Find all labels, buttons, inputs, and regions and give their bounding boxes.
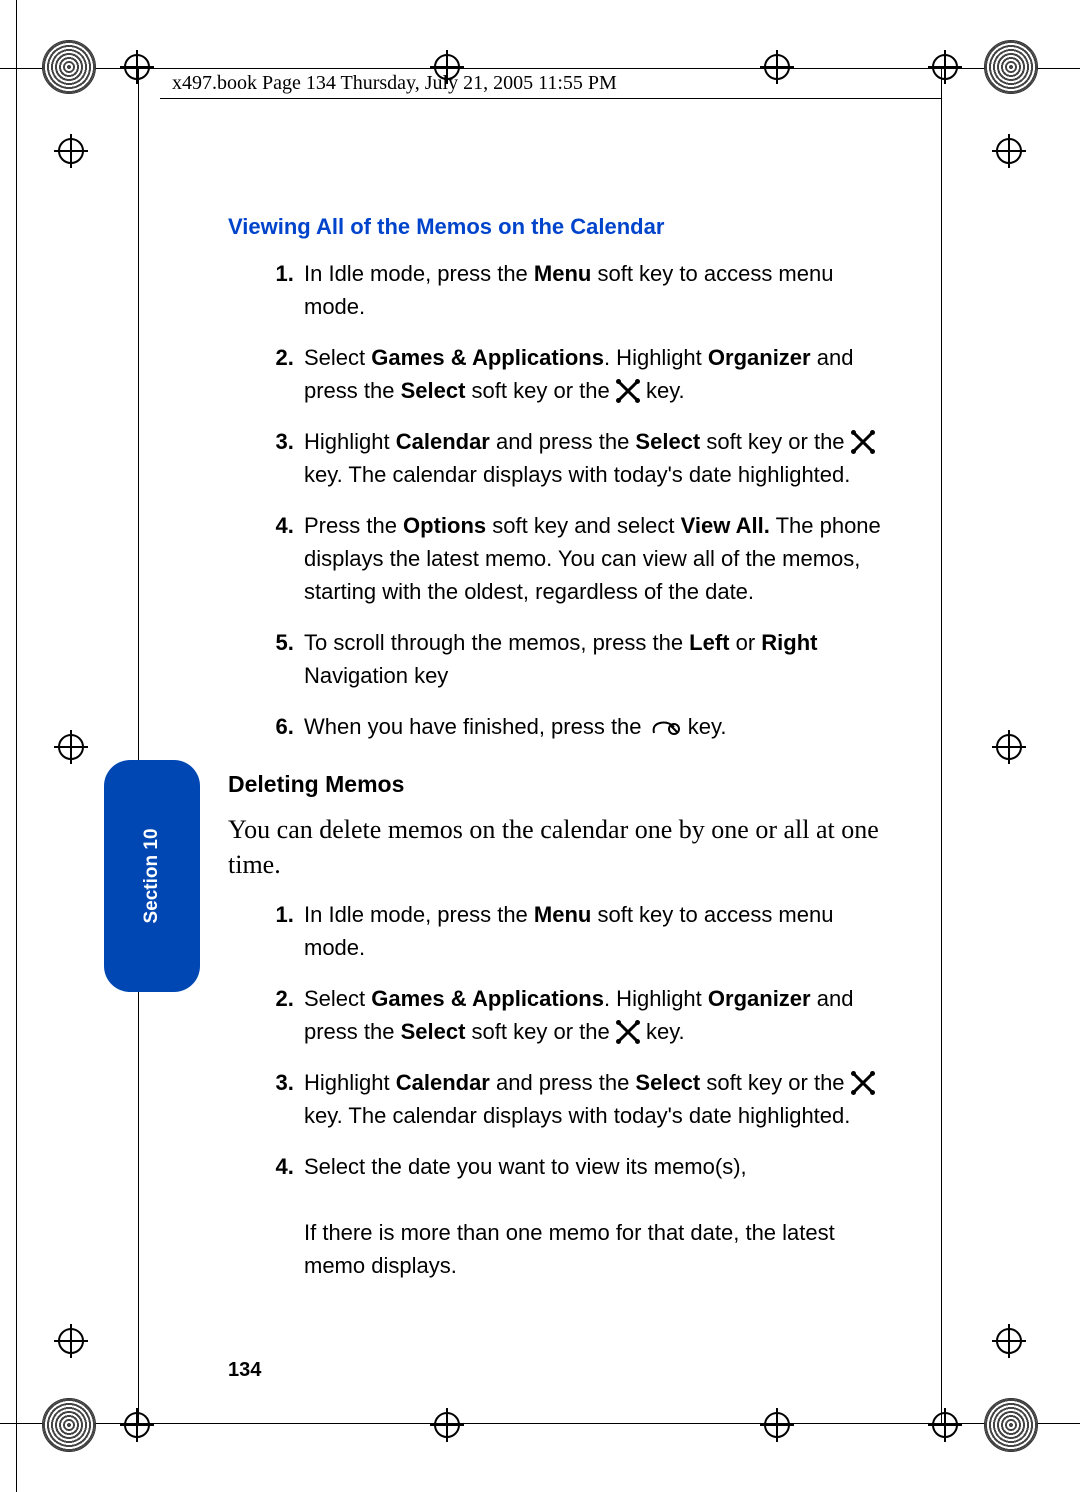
- registration-mark-icon: [760, 1408, 794, 1442]
- bold-term: Options: [403, 513, 486, 538]
- x-key-icon: [618, 381, 638, 401]
- step-text: . Highlight: [604, 345, 708, 370]
- registration-mark-icon: [992, 730, 1026, 764]
- step-text: key.: [682, 714, 727, 739]
- step-text: key. The calendar displays with today's …: [304, 462, 850, 487]
- step-text: Press the: [304, 513, 403, 538]
- section-tab-label: Section 10: [141, 828, 163, 923]
- step-item: Highlight Calendar and press the Select …: [300, 425, 898, 491]
- x-key-icon: [853, 432, 873, 452]
- bold-term: Menu: [534, 261, 591, 286]
- step-item: In Idle mode, press the Menu soft key to…: [300, 257, 898, 323]
- registration-mark-icon: [992, 134, 1026, 168]
- registration-mark-icon: [120, 50, 154, 84]
- step-text: Navigation key: [304, 663, 448, 688]
- registration-mark-icon: [760, 50, 794, 84]
- registration-mark-icon: [928, 1408, 962, 1442]
- step-text: In Idle mode, press the: [304, 902, 534, 927]
- step-text: soft key or the: [465, 378, 615, 403]
- x-key-icon: [618, 1022, 638, 1042]
- registration-mark-icon: [992, 1324, 1026, 1358]
- x-key-icon: [853, 1073, 873, 1093]
- bold-term: Select: [635, 1070, 700, 1095]
- spiral-icon: [42, 40, 96, 94]
- step-text: Highlight: [304, 429, 396, 454]
- bold-term: Select: [635, 429, 700, 454]
- step-item: In Idle mode, press the Menu soft key to…: [300, 898, 898, 964]
- step-text: Select the date you want to view its mem…: [304, 1154, 747, 1179]
- registration-mark-icon: [54, 730, 88, 764]
- step-text: soft key and select: [486, 513, 680, 538]
- step-item: Press the Options soft key and select Vi…: [300, 509, 898, 608]
- registration-mark-icon: [54, 134, 88, 168]
- bold-term: Organizer: [708, 986, 811, 1011]
- step-text: and press the: [490, 1070, 636, 1095]
- step-text: To scroll through the memos, press the: [304, 630, 689, 655]
- step-text: and press the: [490, 429, 636, 454]
- step-text: soft key or the: [465, 1019, 615, 1044]
- spiral-icon: [42, 1398, 96, 1452]
- spiral-icon: [984, 1398, 1038, 1452]
- step-text: key. The calendar displays with today's …: [304, 1103, 850, 1128]
- bold-term: Organizer: [708, 345, 811, 370]
- bold-term: View All.: [681, 513, 770, 538]
- registration-mark-icon: [54, 1324, 88, 1358]
- section-tab: Section 10: [104, 760, 200, 992]
- bold-term: Left: [689, 630, 729, 655]
- step-text: soft key or the: [700, 1070, 850, 1095]
- bold-term: Games & Applications: [371, 345, 604, 370]
- step-text: In Idle mode, press the: [304, 261, 534, 286]
- bold-term: Games & Applications: [371, 986, 604, 1011]
- bold-term: Right: [761, 630, 817, 655]
- step-text: key.: [640, 378, 685, 403]
- step-text: . Highlight: [604, 986, 708, 1011]
- spiral-icon: [984, 40, 1038, 94]
- page-content: Viewing All of the Memos on the Calendar…: [228, 210, 898, 1306]
- bold-term: Calendar: [396, 429, 490, 454]
- registration-mark-icon: [430, 1408, 464, 1442]
- registration-mark-icon: [928, 50, 962, 84]
- step-text: If there is more than one memo for that …: [304, 1220, 835, 1278]
- step-item: When you have finished, press the key.: [300, 710, 898, 743]
- bold-term: Menu: [534, 902, 591, 927]
- bold-term: Calendar: [396, 1070, 490, 1095]
- step-item: Select Games & Applications. Highlight O…: [300, 341, 898, 407]
- step-text: or: [730, 630, 762, 655]
- registration-mark-icon: [120, 1408, 154, 1442]
- step-text: soft key or the: [700, 429, 850, 454]
- step-text: key.: [640, 1019, 685, 1044]
- section-heading-viewing: Viewing All of the Memos on the Calendar: [228, 210, 898, 243]
- page-header: x497.book Page 134 Thursday, July 21, 20…: [172, 72, 617, 95]
- step-item: Highlight Calendar and press the Select …: [300, 1066, 898, 1132]
- steps-list-deleting: In Idle mode, press the Menu soft key to…: [228, 898, 898, 1282]
- intro-paragraph: You can delete memos on the calendar one…: [228, 812, 898, 882]
- section-heading-deleting: Deleting Memos: [228, 767, 898, 802]
- bold-term: Select: [401, 1019, 466, 1044]
- step-item: Select Games & Applications. Highlight O…: [300, 982, 898, 1048]
- step-text: Highlight: [304, 1070, 396, 1095]
- step-text: When you have finished, press the: [304, 714, 648, 739]
- steps-list-viewing: In Idle mode, press the Menu soft key to…: [228, 257, 898, 743]
- step-text: Select: [304, 345, 371, 370]
- page-number: 134: [228, 1359, 261, 1382]
- step-item: To scroll through the memos, press the L…: [300, 626, 898, 692]
- bold-term: Select: [401, 378, 466, 403]
- step-text: Select: [304, 986, 371, 1011]
- step-item: Select the date you want to view its mem…: [300, 1150, 898, 1282]
- end-key-icon: [650, 713, 680, 731]
